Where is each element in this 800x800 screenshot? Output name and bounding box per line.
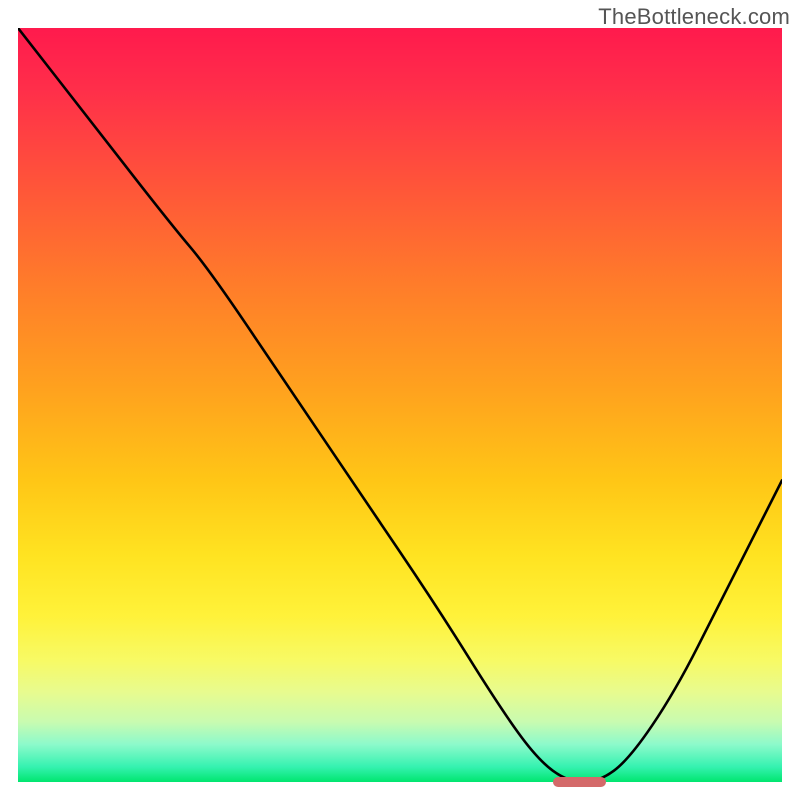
plot-area	[18, 28, 782, 782]
optimal-range-marker	[553, 777, 606, 787]
bottleneck-curve-svg	[18, 28, 782, 782]
bottleneck-curve-path	[18, 28, 782, 782]
chart-container: TheBottleneck.com	[0, 0, 800, 800]
watermark-text: TheBottleneck.com	[598, 4, 790, 30]
